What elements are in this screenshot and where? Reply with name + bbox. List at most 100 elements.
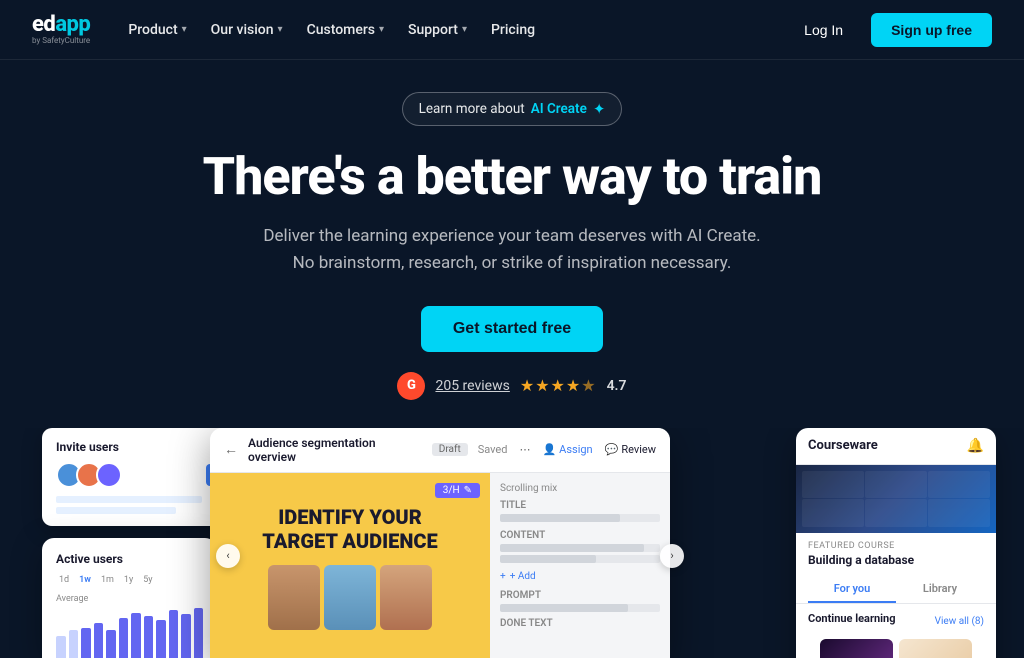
next-arrow-button[interactable]: › (660, 544, 684, 568)
featured-label: FEATURED COURSE (796, 533, 996, 553)
featured-course-image (796, 465, 996, 533)
time-tab-1w[interactable]: 1w (76, 574, 94, 586)
ai-highlight: AI Create (531, 101, 587, 117)
chevron-down-icon: ▾ (182, 24, 187, 35)
logo-app: app (55, 12, 90, 37)
person-figure (380, 565, 432, 630)
editor-header-icons: Saved ⋯ 👤 Assign 💬 Review (478, 443, 656, 456)
nav-item-our-vision[interactable]: Our vision ▾ (201, 16, 293, 44)
rating-number: 4.7 (607, 378, 627, 394)
bar (131, 613, 141, 658)
draft-badge: Draft (432, 443, 468, 456)
bar (119, 618, 129, 658)
signup-button[interactable]: Sign up free (871, 13, 992, 47)
add-button[interactable]: + + Add (500, 571, 660, 582)
tab-for-you[interactable]: For you (808, 576, 896, 603)
logo-sub: by SafetyCulture (32, 37, 90, 45)
course-card-image (899, 639, 972, 657)
invite-row (56, 462, 228, 488)
time-tab-1m[interactable]: 1m (98, 574, 117, 586)
lesson-title: IDENTIFY YOUR TARGET AUDIENCE (262, 505, 437, 553)
avatar (96, 462, 122, 488)
content-field: CONTENT (500, 530, 660, 563)
logo[interactable]: edapp by SafetyCulture (32, 14, 90, 45)
bar (56, 636, 66, 658)
star-rating: ★★★★★ (520, 376, 597, 395)
logo-ed: ed (32, 12, 55, 37)
bar (144, 616, 154, 658)
continue-row: Continue learning View all (8) (808, 612, 984, 631)
content-bar (500, 555, 660, 563)
active-users-title: Active users (56, 552, 203, 566)
person-figure (324, 565, 376, 630)
time-tab-1d[interactable]: 1d (56, 574, 72, 586)
cta-button[interactable]: Get started free (421, 306, 603, 352)
bell-icon[interactable]: 🔔 (967, 438, 984, 454)
sparkle-icon: ✦ (593, 100, 606, 118)
invite-panel-title: Invite users (56, 440, 228, 454)
nav-item-pricing[interactable]: Pricing (481, 16, 545, 44)
courseware-title: Courseware (808, 438, 878, 453)
g2-logo: G (397, 372, 425, 400)
editor-header: ← Audience segmentation overview Draft S… (210, 428, 670, 473)
bar (69, 630, 79, 658)
lesson-badge: 3/H ✎ (435, 483, 480, 498)
time-tabs: 1d 1w 1m 1y 5y (56, 574, 203, 586)
prev-arrow-button[interactable]: ‹ (216, 544, 240, 568)
editor-right-panel: Scrolling mix TITLE CONTENT + + (490, 473, 670, 658)
image-overlay (796, 465, 996, 533)
badge-prefix: Learn more about (419, 101, 525, 117)
nav-links: Product ▾ Our vision ▾ Customers ▾ Suppo… (118, 16, 545, 44)
nav-item-product[interactable]: Product ▾ (118, 16, 196, 44)
person-icon: 👤 (542, 443, 556, 456)
navbar: edapp by SafetyCulture Product ▾ Our vis… (0, 0, 1024, 60)
hero-title: There's a better way to train (203, 148, 822, 205)
nav-item-customers[interactable]: Customers ▾ (297, 16, 394, 44)
time-tab-5y[interactable]: 5y (140, 574, 155, 586)
plus-icon: + (500, 571, 506, 582)
nav-item-support[interactable]: Support ▾ (398, 16, 477, 44)
edit-icon: ✎ (464, 485, 472, 496)
bar (194, 608, 204, 658)
bar (181, 614, 191, 658)
course-card-image (820, 639, 893, 657)
avg-label: Average (56, 594, 203, 604)
active-users-panel: Active users 1d 1w 1m 1y 5y Average (42, 538, 217, 658)
course-cards: ID COURSE Cyber security ID COURSE Aucti… (808, 639, 984, 657)
prompt-section: PROMPT (500, 590, 660, 612)
courseware-tabs: For you Library (796, 576, 996, 604)
hero-section: Learn more about AI Create ✦ There's a b… (0, 60, 1024, 428)
title-bar (500, 514, 660, 522)
tab-library[interactable]: Library (896, 576, 984, 603)
continue-learning-section: Continue learning View all (8) ID COURSE… (796, 604, 996, 657)
people-illustration (268, 565, 432, 630)
prompt-bar (500, 604, 660, 612)
course-card-auction[interactable]: ID COURSE Auction masterclass (899, 639, 972, 657)
time-tab-1y[interactable]: 1y (121, 574, 136, 586)
more-options-icon[interactable]: ⋯ (519, 443, 530, 456)
review-icon: 💬 (605, 443, 619, 456)
back-arrow-icon[interactable]: ← (224, 441, 238, 458)
review-button[interactable]: 💬 Review (605, 443, 656, 456)
courseware-header: Courseware 🔔 (796, 428, 996, 465)
main-editor-panel: ← Audience segmentation overview Draft S… (210, 428, 670, 658)
saved-status: Saved (478, 443, 508, 456)
login-button[interactable]: Log In (788, 14, 859, 46)
chevron-down-icon: ▾ (278, 24, 283, 35)
hero-subtitle: Deliver the learning experience your tea… (263, 223, 760, 277)
scrolling-label: Scrolling mix (500, 483, 660, 494)
reviews-link[interactable]: 205 reviews (435, 378, 509, 394)
nav-left: edapp by SafetyCulture Product ▾ Our vis… (32, 14, 545, 45)
bar (94, 623, 104, 658)
bar (106, 630, 116, 658)
assign-button[interactable]: 👤 Assign (542, 443, 592, 456)
course-card-cyber[interactable]: ID COURSE Cyber security (820, 639, 893, 657)
continue-title: Continue learning (808, 612, 896, 625)
ai-badge[interactable]: Learn more about AI Create ✦ (402, 92, 623, 126)
featured-course-title: Building a database (796, 553, 996, 577)
avatar-stack (56, 462, 122, 488)
editor-content: 3/H ✎ IDENTIFY YOUR TARGET AUDIENCE Scro… (210, 473, 670, 658)
chevron-down-icon: ▾ (462, 24, 467, 35)
view-all-link[interactable]: View all (8) (935, 616, 984, 627)
lesson-card: 3/H ✎ IDENTIFY YOUR TARGET AUDIENCE (210, 473, 490, 658)
